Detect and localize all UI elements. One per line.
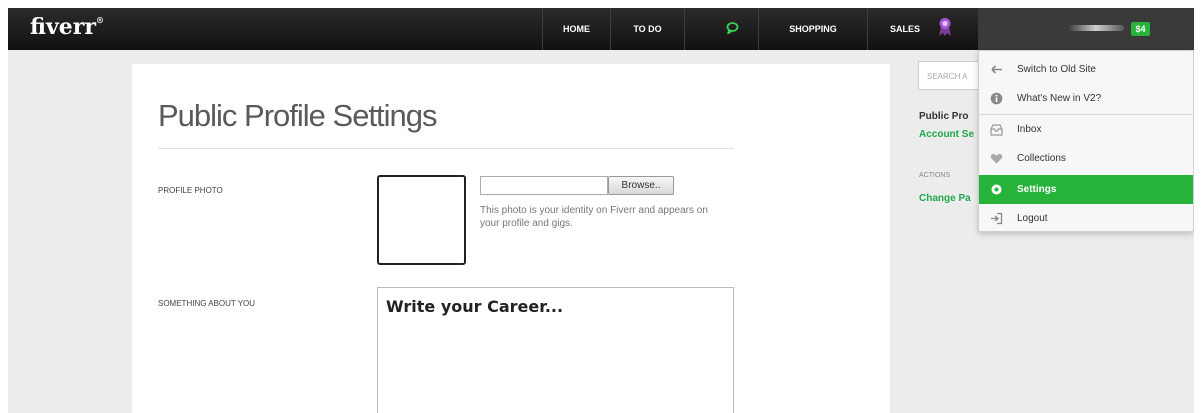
photo-file-input[interactable] (480, 176, 608, 195)
sidebar-link-change-password[interactable]: Change Pa (919, 193, 971, 204)
fiverr-logo[interactable]: fiverr® (30, 14, 104, 40)
chat-bubble-icon (726, 22, 739, 34)
profile-settings-card: Public Profile Settings PROFILE PHOTO Br… (132, 64, 890, 413)
menu-item-label: Collections (1017, 153, 1066, 164)
menu-item-label: Inbox (1017, 124, 1042, 135)
top-navigation-bar: fiverr® HOME TO DO SHOPPING SALES $4 (8, 8, 1194, 50)
sidebar-actions-heading: ACTIONS (919, 172, 951, 179)
menu-item-logout[interactable]: Logout (979, 204, 1193, 233)
photo-help-text: This photo is your identity on Fiverr an… (480, 205, 708, 229)
menu-item-label: What's New in V2? (1017, 93, 1102, 104)
nav-divider (867, 8, 868, 50)
logout-icon (991, 212, 1003, 225)
profile-photo-preview (377, 175, 466, 265)
heart-icon (990, 154, 1003, 164)
search-input[interactable]: SEARCH A (918, 61, 986, 90)
menu-item-settings[interactable]: Settings (979, 175, 1193, 204)
gear-icon (991, 184, 1002, 195)
title-divider (158, 148, 734, 149)
nav-home-link[interactable]: HOME (543, 8, 610, 50)
info-icon (990, 92, 1003, 105)
profile-photo-label: PROFILE PHOTO (158, 186, 223, 195)
menu-item-inbox[interactable]: Inbox (979, 115, 1193, 144)
username-blurred (1068, 25, 1124, 31)
menu-item-label: Logout (1017, 213, 1048, 224)
menu-item-label: Settings (1017, 184, 1057, 195)
inbox-icon (990, 124, 1003, 136)
about-you-label: SOMETHING ABOUT YOU (158, 299, 256, 308)
balance-badge: $4 (1131, 22, 1150, 36)
nav-shopping-link[interactable]: SHOPPING (759, 8, 867, 50)
menu-item-switch-old-site[interactable]: Switch to Old Site (979, 55, 1193, 84)
nav-todo-link[interactable]: TO DO (611, 8, 684, 50)
sidebar-link-account-settings[interactable]: Account Se (919, 129, 974, 140)
user-dropdown-menu: Switch to Old Site What's New in V2? Inb… (978, 50, 1194, 232)
nav-sales-link[interactable]: SALES (890, 8, 930, 50)
menu-item-collections[interactable]: Collections (979, 144, 1193, 173)
browse-button[interactable]: Browse.. (608, 176, 674, 195)
ribbon-award-icon (939, 18, 951, 36)
sidebar-link-public-profile[interactable]: Public Pro (919, 111, 968, 122)
about-you-textarea[interactable]: Write your Career... (377, 287, 734, 413)
menu-item-label: Switch to Old Site (1017, 64, 1096, 75)
nav-messages-link[interactable] (685, 8, 758, 50)
arrow-left-icon (991, 65, 1002, 74)
page-title: Public Profile Settings (158, 98, 438, 133)
app-frame: fiverr® HOME TO DO SHOPPING SALES $4 Pub… (8, 8, 1194, 413)
menu-item-whats-new[interactable]: What's New in V2? (979, 84, 1193, 113)
